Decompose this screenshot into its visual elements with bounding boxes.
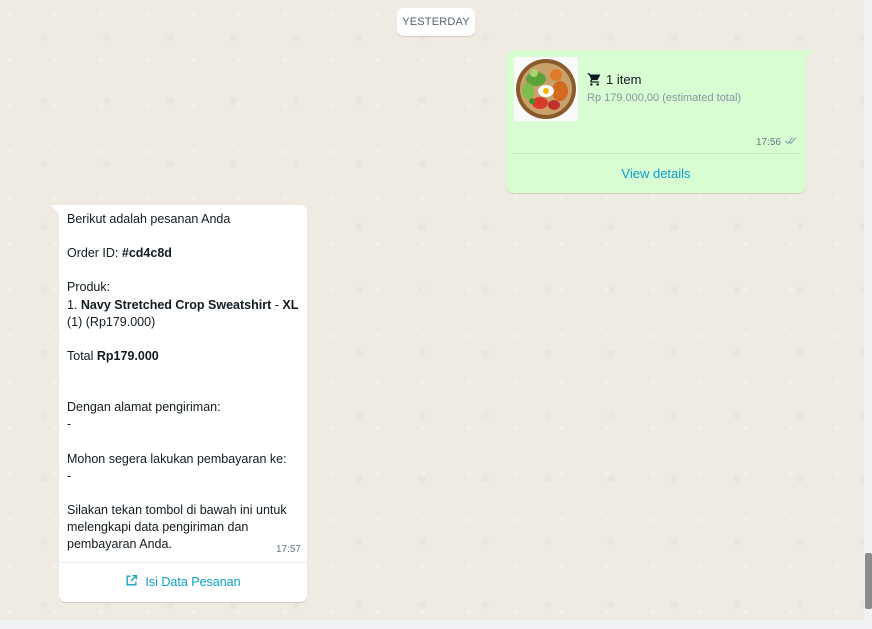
date-divider: YESTERDAY [397, 8, 475, 36]
item-prefix: 1. [67, 297, 81, 312]
message-time: 17:56 [755, 136, 781, 148]
view-details-button[interactable]: View details [506, 154, 806, 192]
item-count-row: 1 item [587, 70, 641, 88]
payment-label: Mohon segera lakukan pembayaran ke: [67, 451, 287, 466]
total-value: Rp179.000 [96, 349, 159, 364]
order-id: #cd4c8d [121, 246, 172, 261]
order-id-line: Order ID: #cd4c8d [67, 245, 301, 262]
address-label: Dengan alamat pengiriman: [67, 400, 221, 415]
estimated-total: Rp 179.000,00 (estimated total) [587, 92, 742, 104]
external-link-icon [125, 574, 138, 590]
isi-data-pesanan-button[interactable]: Isi Data Pesanan [59, 563, 307, 601]
cta-label: Isi Data Pesanan [145, 575, 241, 589]
order-id-label: Order ID: [67, 246, 122, 261]
address-value: - [67, 417, 72, 432]
intro-line: Berikut adalah pesanan Anda [67, 212, 231, 226]
product-thumbnail[interactable] [514, 57, 578, 121]
incoming-bubble-tail [51, 205, 59, 214]
payment-value: - [67, 468, 72, 483]
total-line: Total Rp179.000 [67, 348, 301, 365]
outgoing-bubble-tail [806, 50, 814, 59]
item-sep: - [271, 297, 283, 312]
order-message-bubble: Berikut adalah pesanan Anda Order ID: #c… [59, 205, 307, 602]
outgoing-message-meta: 17:56 [756, 136, 798, 148]
product-size: XL [282, 297, 299, 312]
message-time: 17:57 [275, 544, 301, 555]
order-card-bubble[interactable]: 1 item Rp 179.000,00 (estimated total) 1… [506, 50, 806, 193]
product-qty-price: (1) (Rp179.000) [67, 314, 156, 329]
cart-icon [587, 72, 602, 87]
scrollbar-track[interactable] [864, 0, 872, 620]
scrollbar-thumb[interactable] [865, 553, 872, 609]
total-label: Total [67, 349, 97, 364]
order-message-text: Berikut adalah pesanan Anda Order ID: #c… [67, 211, 301, 554]
double-check-icon [784, 136, 798, 148]
produk-label: Produk: [67, 280, 111, 295]
salad-bowl-image [514, 57, 578, 121]
item-count: 1 item [606, 71, 642, 87]
instructions-text: Silakan tekan tombol di bawah ini untuk … [67, 503, 287, 552]
product-name: Navy Stretched Crop Sweatshirt [80, 297, 272, 312]
footer-strip [0, 620, 872, 629]
product-line: 1. Navy Stretched Crop Sweatshirt - XL [67, 297, 301, 314]
